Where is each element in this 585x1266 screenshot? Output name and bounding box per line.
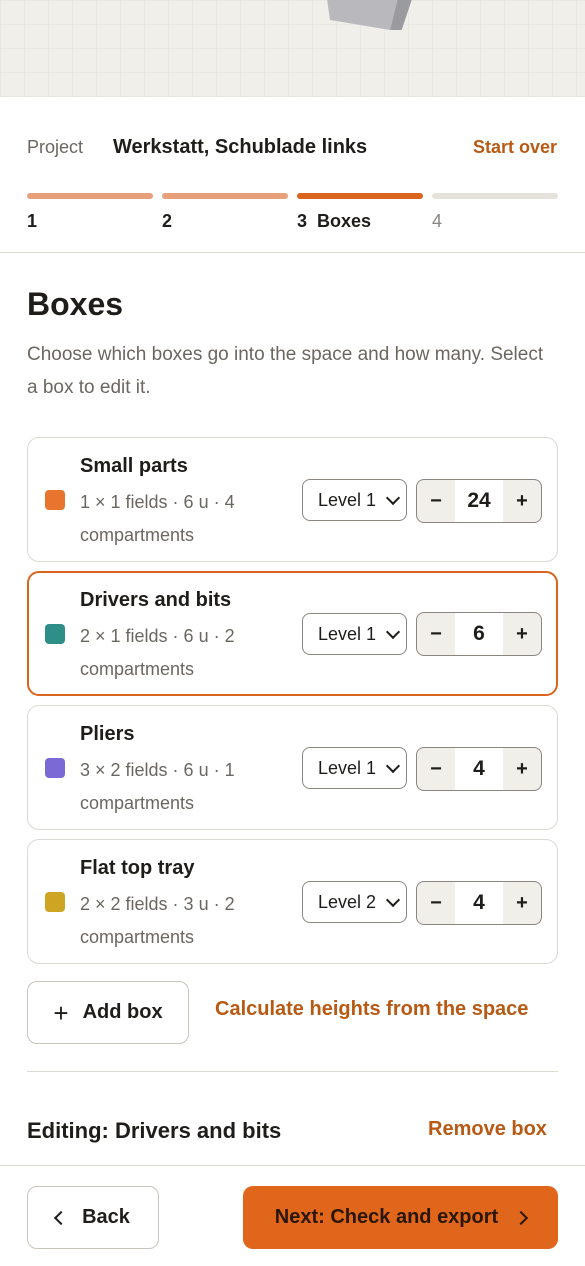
step-label: 3 Boxes — [297, 211, 372, 231]
plus-icon: + — [53, 997, 69, 1028]
box-3d-preview — [0, 0, 585, 97]
increment-button[interactable]: + — [503, 882, 541, 924]
chevron-down-icon — [385, 892, 401, 907]
chevron-down-icon — [385, 490, 401, 505]
increment-button[interactable]: + — [503, 748, 541, 790]
quantity-value[interactable]: 24 — [455, 480, 503, 522]
level-select-value: Level 1 — [318, 757, 377, 778]
add-box-button[interactable]: + Add box — [27, 981, 189, 1044]
quantity-stepper: − 6 + — [416, 612, 542, 656]
section-divider — [27, 1071, 558, 1072]
box-color-swatch — [45, 624, 65, 644]
add-box-label: Add box — [82, 1001, 163, 1023]
quantity-stepper: − 4 + — [416, 881, 542, 925]
chevron-down-icon — [385, 758, 401, 773]
box-meta: 1 × 1 fields · 6 u · 4 compartments — [80, 492, 235, 545]
step-bar — [432, 193, 558, 199]
next-label: Next: Check and export — [274, 1206, 499, 1228]
decrement-button[interactable]: − — [417, 882, 455, 924]
box-card-small-parts[interactable]: Small parts 1 × 1 fields · 6 u · 4 compa… — [27, 437, 558, 562]
quantity-stepper: − 4 + — [416, 747, 542, 791]
step-1[interactable]: 1 — [27, 193, 153, 232]
box-color-swatch — [45, 490, 65, 510]
level-select[interactable]: Level 1 — [302, 613, 407, 655]
preview-box-shape — [327, 0, 412, 30]
project-header: Project Werkstatt, Schublade links Start… — [27, 130, 557, 164]
level-select[interactable]: Level 1 — [302, 479, 407, 521]
box-name: Drivers and bits — [80, 589, 232, 611]
step-4: 4 — [432, 193, 558, 232]
decrement-button[interactable]: − — [417, 480, 455, 522]
quantity-value[interactable]: 6 — [455, 613, 503, 655]
start-over-link[interactable]: Start over — [473, 137, 557, 158]
header-divider — [0, 252, 585, 253]
step-bar — [297, 193, 423, 199]
step-label: 4 — [432, 211, 443, 231]
next-button[interactable]: Next: Check and export — [243, 1186, 558, 1249]
box-color-swatch — [45, 758, 65, 778]
editing-title: Editing: Drivers and bits — [27, 1118, 282, 1143]
decrement-button[interactable]: − — [417, 613, 455, 655]
decrement-button[interactable]: − — [417, 748, 455, 790]
step-bar — [162, 193, 288, 199]
box-name: Small parts — [80, 455, 188, 477]
box-card-flat-top-tray[interactable]: Flat top tray 2 × 2 fields · 3 u · 2 com… — [27, 839, 558, 964]
box-card-drivers-and-bits[interactable]: Drivers and bits 2 × 1 fields · 6 u · 2 … — [27, 571, 558, 696]
increment-button[interactable]: + — [503, 480, 541, 522]
step-label: 1 — [27, 211, 38, 231]
box-name: Pliers — [80, 723, 135, 745]
step-3[interactable]: 3 Boxes — [297, 193, 423, 232]
page-description: Choose which boxes go into the space and… — [27, 344, 544, 398]
level-select-value: Level 1 — [318, 489, 377, 510]
level-select-value: Level 2 — [318, 891, 377, 912]
level-select-value: Level 1 — [318, 623, 377, 644]
quantity-value[interactable]: 4 — [455, 882, 503, 924]
chevron-down-icon — [385, 624, 401, 639]
remove-box-link[interactable]: Remove box — [428, 1118, 547, 1141]
box-color-swatch — [45, 892, 65, 912]
footer-bar: Back Next: Check and export — [0, 1165, 585, 1266]
increment-button[interactable]: + — [503, 613, 541, 655]
box-card-pliers[interactable]: Pliers 3 × 2 fields · 6 u · 1 compartmen… — [27, 705, 558, 830]
step-bar — [27, 193, 153, 199]
chevron-left-icon — [54, 1210, 69, 1225]
step-2[interactable]: 2 — [162, 193, 288, 232]
back-label: Back — [82, 1206, 130, 1228]
box-meta: 2 × 2 fields · 3 u · 2 compartments — [80, 894, 235, 947]
project-name: Werkstatt, Schublade links — [113, 135, 368, 158]
step-progress: 1 2 3 Boxes 4 — [27, 193, 558, 232]
box-meta: 3 × 2 fields · 6 u · 1 compartments — [80, 760, 235, 813]
back-button[interactable]: Back — [27, 1186, 159, 1249]
step-label: 2 — [162, 211, 173, 231]
box-name: Flat top tray — [80, 857, 195, 879]
level-select[interactable]: Level 2 — [302, 881, 407, 923]
level-select[interactable]: Level 1 — [302, 747, 407, 789]
quantity-stepper: − 24 + — [416, 479, 542, 523]
box-meta: 2 × 1 fields · 6 u · 2 compartments — [80, 626, 235, 679]
chevron-right-icon — [514, 1210, 529, 1225]
project-label: Project — [27, 136, 84, 157]
quantity-value[interactable]: 4 — [455, 748, 503, 790]
page-title: Boxes — [27, 286, 124, 322]
calculate-heights-link[interactable]: Calculate heights from the space — [215, 998, 528, 1021]
